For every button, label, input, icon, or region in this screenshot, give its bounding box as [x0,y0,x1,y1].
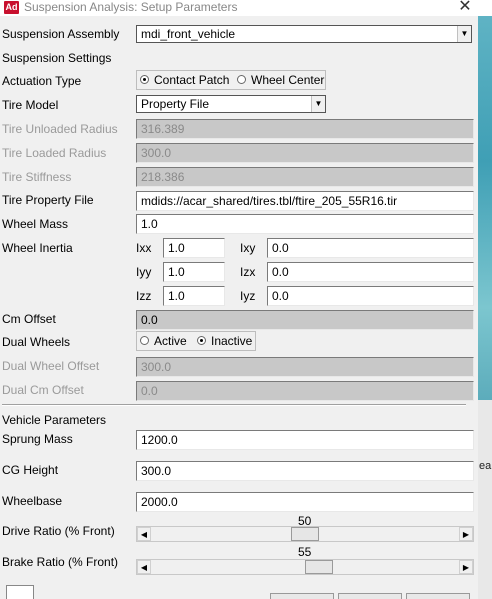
tire-model-label: Tire Model [2,98,59,112]
background-window-panel [478,400,492,599]
dual-wheels-label: Dual Wheels [2,335,71,349]
window-title: Suspension Analysis: Setup Parameters [24,0,238,14]
iyy-label: Iyy [136,265,152,279]
scroll-left-icon[interactable]: ◀ [137,527,151,541]
izx-label: Izx [240,265,256,279]
ixx-label: Ixx [136,241,152,255]
wheel-mass-input[interactable]: 1.0 [136,214,474,234]
scroll-right-icon[interactable]: ▶ [459,560,473,574]
dual-wheels-radio-group: Active Inactive [136,331,256,351]
chevron-down-icon[interactable]: ▼ [311,96,325,112]
apply-button[interactable] [338,593,402,599]
tire-unloaded-radius-field: 316.389 [136,119,474,139]
radio-wheel-center-label: Wheel Center [251,73,325,87]
izz-input[interactable]: 1.0 [163,286,225,306]
ixy-label: Ixy [240,241,256,255]
ixx-input[interactable]: 1.0 [163,238,225,258]
tire-model-select[interactable]: Property File ▼ [136,95,326,113]
iyz-label: Iyz [240,289,256,303]
radio-unselected-icon [237,75,246,84]
iyz-input[interactable]: 0.0 [267,286,474,306]
scroll-right-icon[interactable]: ▶ [459,527,473,541]
dual-cm-offset-field: 0.0 [136,381,474,401]
chevron-down-icon[interactable]: ▼ [457,26,471,42]
background-window-text: eali [479,460,492,472]
tire-loaded-radius-label: Tire Loaded Radius [2,146,107,160]
izz-label: Izz [136,289,152,303]
wheelbase-input[interactable]: 2000.0 [136,492,474,512]
dual-wheel-offset-field: 300.0 [136,357,474,377]
radio-selected-icon [197,336,206,345]
drive-ratio-slider[interactable]: ◀ ▶ [136,526,474,542]
close-icon[interactable]: ✕ [458,0,472,16]
radio-unselected-icon [140,336,149,345]
radio-active-label: Active [154,334,187,348]
suspension-assembly-value: mdi_front_vehicle [141,27,236,41]
dual-wheel-offset-label: Dual Wheel Offset [2,359,100,373]
vehicle-parameters-heading: Vehicle Parameters [2,413,107,427]
cancel-button[interactable] [406,593,470,599]
radio-active[interactable]: Active [140,334,187,348]
radio-contact-patch[interactable]: Contact Patch [140,73,229,87]
document-icon[interactable] [6,585,34,599]
wheelbase-label: Wheelbase [2,494,63,508]
wheel-inertia-label: Wheel Inertia [2,241,73,255]
brake-ratio-value: 55 [298,545,312,559]
sprung-mass-input[interactable]: 1200.0 [136,430,474,450]
cg-height-label: CG Height [2,463,59,477]
ixy-input[interactable]: 0.0 [267,238,474,258]
tire-stiffness-label: Tire Stiffness [2,170,72,184]
cg-height-input[interactable]: 300.0 [136,461,474,481]
suspension-assembly-label: Suspension Assembly [2,27,120,41]
wheel-mass-label: Wheel Mass [2,217,69,231]
suspension-assembly-select[interactable]: mdi_front_vehicle ▼ [136,25,472,43]
section-divider [2,404,466,406]
cm-offset-label: Cm Offset [2,312,56,326]
radio-wheel-center[interactable]: Wheel Center [237,73,324,87]
actuation-type-radio-group: Contact Patch Wheel Center [136,70,326,90]
brake-ratio-label: Brake Ratio (% Front) [2,555,119,569]
tire-property-file-input[interactable]: mdids://acar_shared/tires.tbl/ftire_205_… [136,191,474,211]
drive-ratio-label: Drive Ratio (% Front) [2,524,115,538]
brake-ratio-slider[interactable]: ◀ ▶ [136,559,474,575]
drive-ratio-thumb[interactable] [291,527,319,541]
tire-stiffness-field: 218.386 [136,167,474,187]
scroll-left-icon[interactable]: ◀ [137,560,151,574]
radio-selected-icon [140,75,149,84]
cm-offset-field[interactable]: 0.0 [136,310,474,330]
radio-inactive[interactable]: Inactive [197,334,252,348]
iyy-input[interactable]: 1.0 [163,262,225,282]
izx-input[interactable]: 0.0 [267,262,474,282]
tire-property-file-label: Tire Property File [2,193,94,207]
dual-cm-offset-label: Dual Cm Offset [2,383,84,397]
radio-inactive-label: Inactive [211,334,253,348]
tire-unloaded-radius-label: Tire Unloaded Radius [2,122,118,136]
actuation-type-label: Actuation Type [2,74,82,88]
app-icon: Ad [4,1,19,14]
tire-model-value: Property File [141,97,210,111]
radio-contact-patch-label: Contact Patch [154,73,230,87]
tire-loaded-radius-field: 300.0 [136,143,474,163]
suspension-settings-heading: Suspension Settings [2,51,112,65]
brake-ratio-thumb[interactable] [305,560,333,574]
ok-button[interactable] [270,593,334,599]
sprung-mass-label: Sprung Mass [2,432,73,446]
